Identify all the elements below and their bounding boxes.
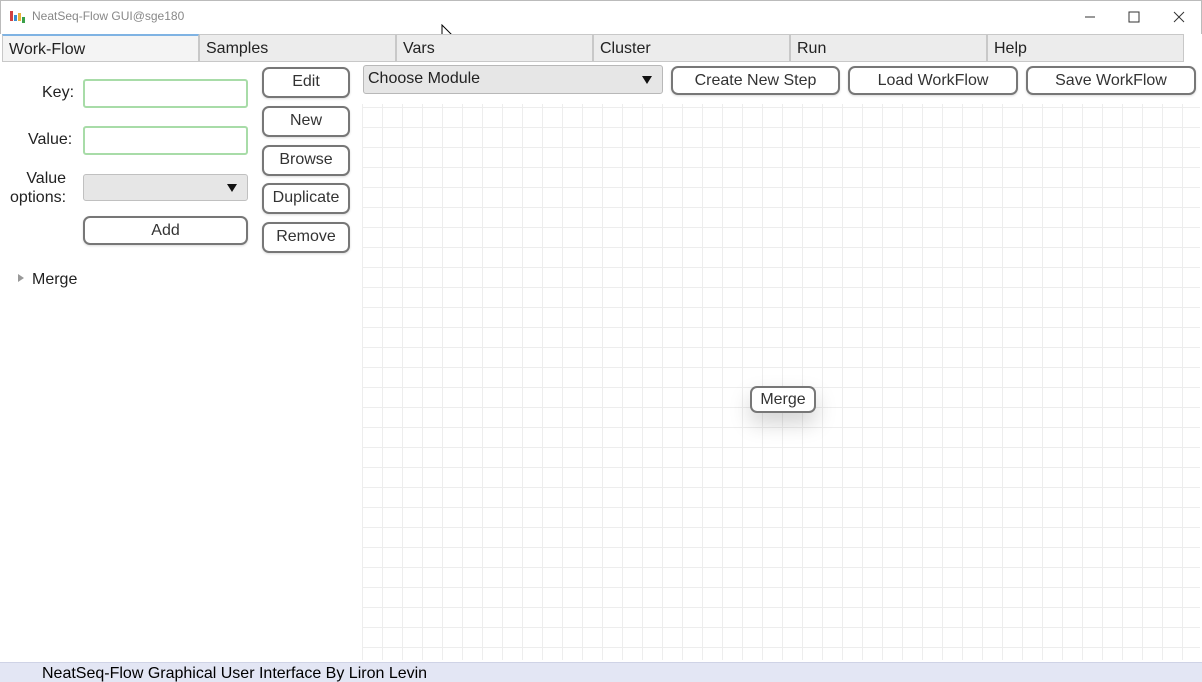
minimize-button[interactable] — [1067, 1, 1113, 33]
tab-run[interactable]: Run — [790, 34, 987, 62]
edit-button[interactable]: Edit — [262, 67, 350, 98]
status-bar: NeatSeq-Flow Graphical User Interface By… — [0, 662, 1202, 682]
value-label: Value: — [28, 131, 73, 148]
load-workflow-button[interactable]: Load WorkFlow — [848, 66, 1018, 95]
tab-help[interactable]: Help — [987, 34, 1184, 62]
module-select-value: Choose Module — [368, 70, 481, 87]
new-button[interactable]: New — [262, 106, 350, 137]
window-title: NeatSeq-Flow GUI@sge180 — [32, 9, 185, 23]
tree-item-merge[interactable]: Merge — [18, 271, 77, 289]
chevron-down-icon — [227, 183, 237, 192]
workflow-canvas[interactable] — [362, 104, 1200, 660]
add-button[interactable]: Add — [83, 216, 248, 245]
duplicate-button[interactable]: Duplicate — [262, 183, 350, 214]
key-input[interactable] — [83, 79, 248, 108]
remove-button[interactable]: Remove — [262, 222, 350, 253]
browse-button[interactable]: Browse — [262, 145, 350, 176]
workflow-node-merge[interactable]: Merge — [750, 386, 816, 413]
app-logo-icon — [10, 11, 25, 23]
create-new-step-button[interactable]: Create New Step — [671, 66, 840, 95]
value-options-label-line1: Value — [26, 170, 67, 187]
value-options-label-line2: options: — [10, 189, 67, 206]
close-icon — [1173, 11, 1185, 23]
maximize-icon — [1128, 11, 1140, 23]
save-workflow-button[interactable]: Save WorkFlow — [1026, 66, 1196, 95]
minimize-icon — [1085, 16, 1095, 18]
maximize-button[interactable] — [1111, 1, 1157, 33]
tab-work-flow[interactable]: Work-Flow — [2, 34, 199, 62]
module-select[interactable]: Choose Module — [363, 65, 663, 94]
tab-vars[interactable]: Vars — [396, 34, 593, 62]
tab-samples[interactable]: Samples — [199, 34, 396, 62]
tree-item-label: Merge — [32, 271, 78, 288]
value-options-select[interactable] — [83, 174, 248, 201]
main-tab-bar: Work-Flow Samples Vars Cluster Run Help — [2, 34, 1186, 62]
expand-arrow-icon[interactable] — [18, 274, 24, 282]
chevron-down-icon — [642, 75, 652, 84]
status-text: NeatSeq-Flow Graphical User Interface By… — [42, 665, 428, 682]
key-label: Key: — [42, 84, 75, 101]
value-options-label: Value options: — [10, 169, 66, 207]
close-button[interactable] — [1156, 1, 1202, 33]
tab-cluster[interactable]: Cluster — [593, 34, 790, 62]
title-bar: NeatSeq-Flow GUI@sge180 — [0, 0, 1202, 34]
value-input[interactable] — [83, 126, 248, 155]
